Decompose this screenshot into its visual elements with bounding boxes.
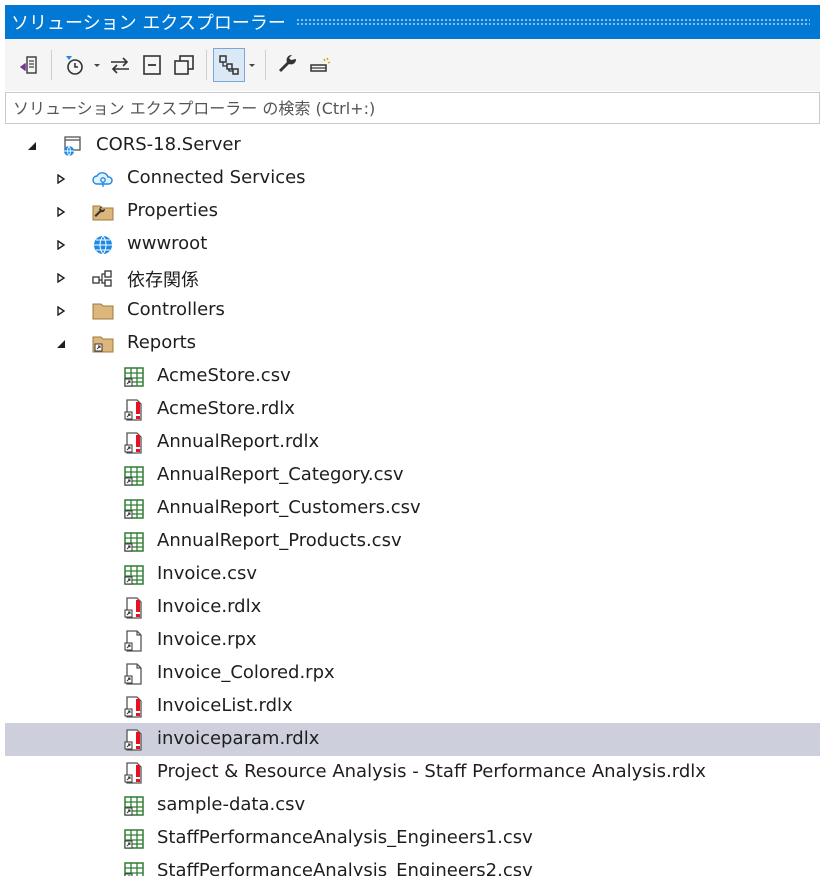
csv-file-icon (121, 826, 147, 852)
tree-item-file[interactable]: AnnualReport_Customers.csv (5, 492, 820, 525)
csv-file-icon (121, 364, 147, 390)
tree-item-label: StaffPerformanceAnalysis_Engineers2.csv (157, 860, 533, 876)
tree-item-label: StaffPerformanceAnalysis_Engineers1.csv (157, 827, 533, 848)
tree-item-label: Invoice.rpx (157, 629, 257, 650)
toolbar-separator (51, 50, 52, 80)
tree-item-file[interactable]: invoiceparam.rdlx (5, 723, 820, 756)
expand-arrow-icon[interactable] (54, 172, 68, 186)
tree-item-file[interactable]: AnnualReport.rdlx (5, 426, 820, 459)
csv-file-icon (121, 463, 147, 489)
rdlx-file-icon (121, 727, 147, 753)
sync-with-active-document-icon[interactable] (104, 48, 136, 82)
tree-item-label: Controllers (127, 299, 225, 320)
tree-item-label: Invoice_Colored.rpx (157, 662, 335, 683)
show-all-files-icon[interactable] (168, 48, 200, 82)
toolbar (5, 39, 820, 91)
tree-item-label: AnnualReport.rdlx (157, 431, 320, 452)
class-view-icon[interactable] (213, 48, 245, 82)
pending-changes-filter-icon[interactable] (58, 48, 90, 82)
folder-shortcut-icon (90, 331, 116, 357)
title-bar: ソリューション エクスプローラー (5, 5, 820, 39)
tree-item-label: InvoiceList.rdlx (157, 695, 293, 716)
tree-item-properties-folder[interactable]: Properties (5, 195, 820, 228)
tree-item-label: Invoice.rdlx (157, 596, 262, 617)
properties-folder-icon (90, 199, 116, 225)
rdlx-file-icon (121, 430, 147, 456)
toolbar-separator (206, 50, 207, 80)
tree-item-label: AcmeStore.csv (157, 365, 291, 386)
tree-item-label: AnnualReport_Category.csv (157, 464, 404, 485)
expand-arrow-icon[interactable] (54, 205, 68, 219)
globe-icon (90, 232, 116, 258)
rpx-file-icon (121, 661, 147, 687)
tree-item-file[interactable]: InvoiceList.rdlx (5, 690, 820, 723)
tree-item-label: CORS-18.Server (96, 134, 241, 155)
chevron-down-icon[interactable] (245, 48, 259, 82)
csv-file-icon (121, 859, 147, 876)
tree-item-project[interactable]: CORS-18.Server (5, 129, 820, 162)
toolbar-separator (265, 50, 266, 80)
vs-switch-views-icon[interactable] (13, 48, 45, 82)
tree-item-file[interactable]: Invoice.rpx (5, 624, 820, 657)
csv-file-icon (121, 793, 147, 819)
tree-item-file[interactable]: Invoice_Colored.rpx (5, 657, 820, 690)
tree-item-file[interactable]: Project & Resource Analysis - Staff Perf… (5, 756, 820, 789)
tree-item-file[interactable]: StaffPerformanceAnalysis_Engineers2.csv (5, 855, 820, 876)
rdlx-file-icon (121, 694, 147, 720)
tree-item-folder-shortcut[interactable]: Reports (5, 327, 820, 360)
tree-item-label: Invoice.csv (157, 563, 258, 584)
tree-item-label: sample-data.csv (157, 794, 306, 815)
properties-wrench-icon[interactable] (272, 48, 304, 82)
tree-item-connected-services[interactable]: Connected Services (5, 162, 820, 195)
tree-item-file[interactable]: StaffPerformanceAnalysis_Engineers1.csv (5, 822, 820, 855)
tree-item-label: Reports (127, 332, 197, 353)
rpx-file-icon (121, 628, 147, 654)
tree-item-label: invoiceparam.rdlx (157, 728, 320, 749)
tree-item-label: Connected Services (127, 167, 306, 188)
rdlx-file-icon (121, 760, 147, 786)
expand-arrow-icon[interactable] (54, 304, 68, 318)
tree-item-file[interactable]: AcmeStore.rdlx (5, 393, 820, 426)
dependencies-icon (90, 265, 116, 291)
expand-arrow-icon[interactable] (54, 238, 68, 252)
search-input[interactable] (6, 93, 819, 123)
tree-item-file[interactable]: AnnualReport_Category.csv (5, 459, 820, 492)
tree-item-label: Properties (127, 200, 218, 221)
tree-item-globe[interactable]: wwwroot (5, 228, 820, 261)
tree-item-file[interactable]: sample-data.csv (5, 789, 820, 822)
tree-item-label: AnnualReport_Products.csv (157, 530, 402, 551)
tree-item-label: wwwroot (127, 233, 208, 254)
connected-services-icon (90, 166, 116, 192)
rdlx-file-icon (121, 595, 147, 621)
folder-icon (90, 298, 116, 324)
csv-file-icon (121, 529, 147, 555)
tree-item-file[interactable]: Invoice.csv (5, 558, 820, 591)
tree-item-folder[interactable]: Controllers (5, 294, 820, 327)
expand-arrow-icon[interactable] (54, 271, 68, 285)
tree-item-file[interactable]: AcmeStore.csv (5, 360, 820, 393)
tree-item-file[interactable]: Invoice.rdlx (5, 591, 820, 624)
web-project-icon (59, 133, 85, 159)
chevron-down-icon[interactable] (90, 48, 104, 82)
tree-item-dependencies[interactable]: 依存関係 (5, 261, 820, 294)
tree-item-label: 依存関係 (127, 270, 199, 291)
preview-selected-items-icon[interactable] (304, 48, 336, 82)
window-title: ソリューション エクスプローラー (11, 13, 286, 34)
tree-item-label: Project & Resource Analysis - Staff Perf… (157, 761, 706, 782)
search-box (5, 92, 820, 124)
tree-item-label: AnnualReport_Customers.csv (157, 497, 421, 518)
tree-item-file[interactable]: AnnualReport_Products.csv (5, 525, 820, 558)
solution-tree: CORS-18.Server Connected Services Properti… (5, 128, 820, 876)
csv-file-icon (121, 496, 147, 522)
collapse-all-icon[interactable] (136, 48, 168, 82)
tree-item-label: AcmeStore.rdlx (157, 398, 295, 419)
collapse-arrow-icon[interactable] (25, 139, 39, 153)
title-grip[interactable] (295, 18, 810, 26)
collapse-arrow-icon[interactable] (54, 337, 68, 351)
rdlx-file-icon (121, 397, 147, 423)
csv-file-icon (121, 562, 147, 588)
